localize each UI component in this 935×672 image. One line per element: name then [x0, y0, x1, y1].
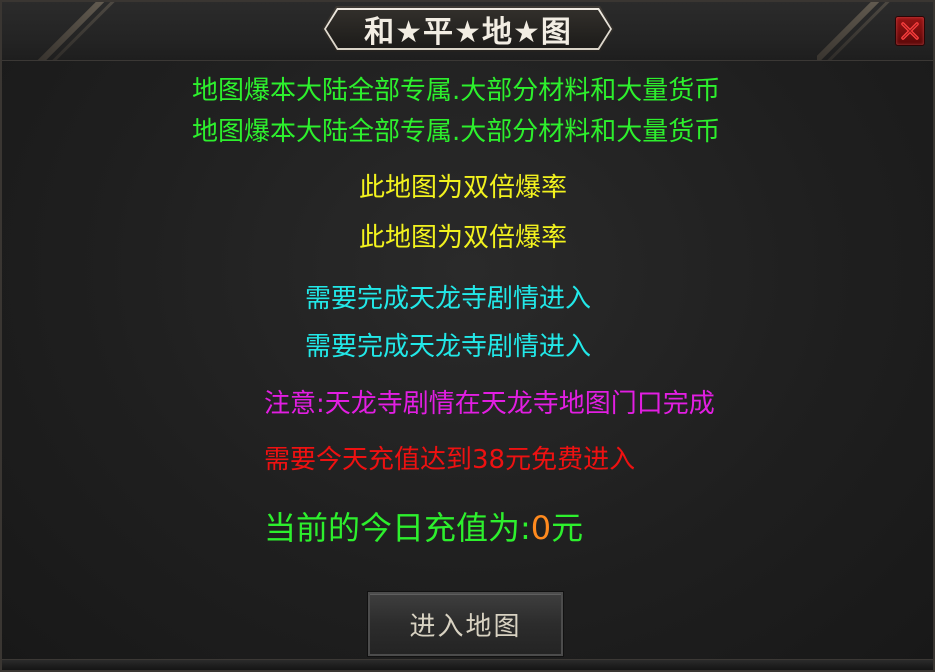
recharge-requirement-line: 需要今天充值达到38元免费进入 [264, 445, 636, 475]
today-recharge-amount: 0 [530, 509, 552, 547]
bottom-bar [2, 659, 933, 670]
drop-info-line-2: 地图爆本大陆全部专属.大部分材料和大量货币 [192, 117, 721, 147]
double-drop-line-2: 此地图为双倍爆率 [359, 223, 568, 253]
requirement-line-2: 需要完成天龙寺剧情进入 [305, 332, 592, 362]
map-dialog: 和★平★地★图 地图爆本大陆全部专属.大部分材料和大量货币 地图爆本大陆全部专属… [0, 0, 935, 672]
close-icon [901, 22, 919, 40]
today-recharge-unit: 元 [551, 509, 584, 547]
dialog-title: 和★平★地★图 [364, 15, 572, 50]
notice-line: 注意:天龙寺剧情在天龙寺地图门口完成 [264, 389, 715, 419]
title-plate: 和★平★地★图 [322, 6, 614, 52]
header-left-decoration [2, 2, 122, 60]
requirement-line-1: 需要完成天龙寺剧情进入 [305, 284, 592, 314]
today-recharge-status: 当前的今日充值为:0元 [264, 508, 583, 548]
double-drop-line-1: 此地图为双倍爆率 [359, 173, 568, 203]
enter-map-button[interactable]: 进入地图 [368, 592, 563, 656]
close-button[interactable] [895, 16, 925, 46]
today-recharge-label: 当前的今日充值为: [264, 509, 531, 547]
drop-info-line-1: 地图爆本大陆全部专属.大部分材料和大量货币 [192, 76, 721, 106]
header-bar: 和★平★地★图 [2, 2, 933, 61]
